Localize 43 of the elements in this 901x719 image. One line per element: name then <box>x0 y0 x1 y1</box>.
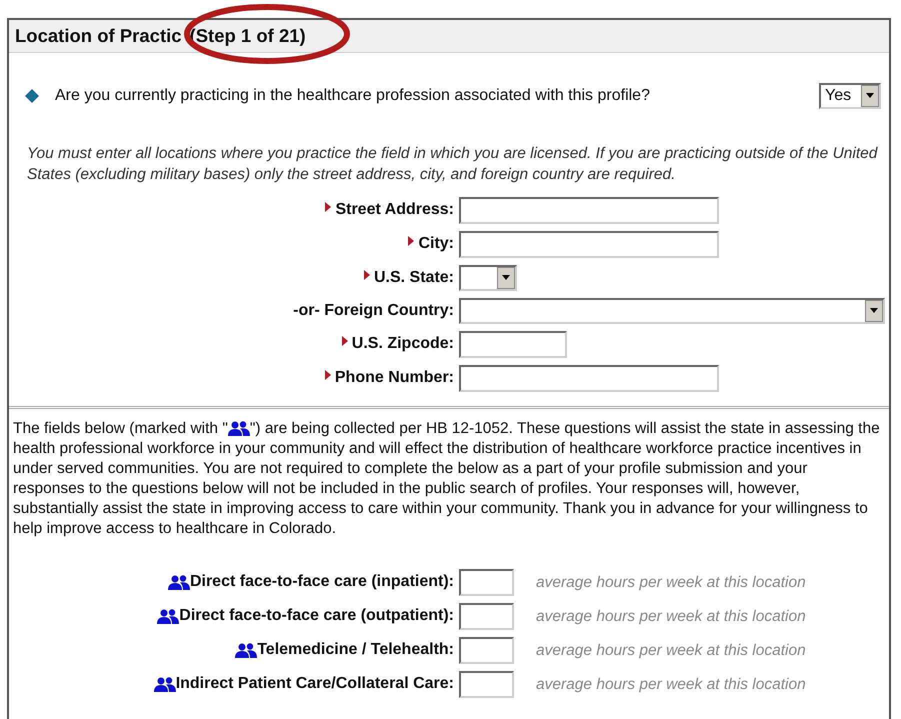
field-label: -or- Foreign Country: <box>293 302 454 319</box>
question-text: Are you currently practicing in the healthcare profession associated with this profile? <box>55 86 650 106</box>
field-label: City: <box>418 235 454 252</box>
field-label: Indirect Patient Care/Collateral Care: <box>176 675 454 692</box>
people-icon <box>235 642 258 658</box>
field-label: U.S. State: <box>374 268 454 286</box>
dropdown-field[interactable] <box>459 264 517 291</box>
required-icon <box>325 202 332 212</box>
input-field[interactable] <box>459 568 514 596</box>
hint-text: average hours per week at this location <box>535 674 807 695</box>
field-label: U.S. Zipcode: <box>352 335 454 352</box>
hint-text: average hours per week at this location <box>535 606 807 627</box>
hint-text: average hours per week at this location <box>535 572 807 593</box>
people-icon <box>168 574 190 590</box>
required-icon <box>342 336 348 346</box>
input-field[interactable] <box>459 330 567 358</box>
field-label: Street Address: <box>335 201 454 218</box>
input-field[interactable] <box>459 364 719 392</box>
field-label: Telemedicine / Telehealth: <box>257 641 454 658</box>
input-field[interactable] <box>459 196 719 224</box>
input-field[interactable] <box>459 670 514 698</box>
section-title: Location of Practic <box>15 24 182 48</box>
notice-text: The fields below (marked with " ") are being collected per HB 12-1052. These questions will assist the state in assessing the health professional workforce in your community and will effect the distribution of healthcare workforce practice incentives in under served communities. You are not required to complete the below as a part of your profile submission and your responses to the questions below will not be included in the public search of profiles. Your responses will, however, substantially assist the state in improving access to care within your community. Thank you in advance for your willingness to help improve access to healthcare in Colorado. <box>13 418 881 539</box>
caret-icon <box>866 93 874 98</box>
field-label: Direct face-to-face care (inpatient): <box>190 573 454 590</box>
input-field[interactable] <box>459 230 719 258</box>
input-field[interactable] <box>459 602 514 630</box>
required-icon <box>324 370 331 380</box>
people-icon <box>154 676 176 692</box>
caret-icon <box>502 275 510 280</box>
required-icon <box>364 270 370 280</box>
answer-select[interactable]: Yes <box>819 82 881 109</box>
hint-text: average hours per week at this location <box>535 640 807 661</box>
bullet-icon <box>25 88 39 103</box>
field-label: Phone Number: <box>334 369 454 386</box>
people-icon <box>228 421 250 436</box>
dropdown-field[interactable] <box>459 298 885 324</box>
input-field[interactable] <box>459 636 514 664</box>
required-icon <box>408 236 414 246</box>
field-label: Direct face-to-face care (outpatient): <box>179 607 454 624</box>
instructions-text: You must enter all locations where you practice the field in which you are licensed. If you are practicing outside of the United States (excluding military bases) only the street address, city, and foreign country are required. <box>26 144 879 185</box>
people-icon <box>157 608 180 624</box>
caret-icon <box>870 308 878 314</box>
